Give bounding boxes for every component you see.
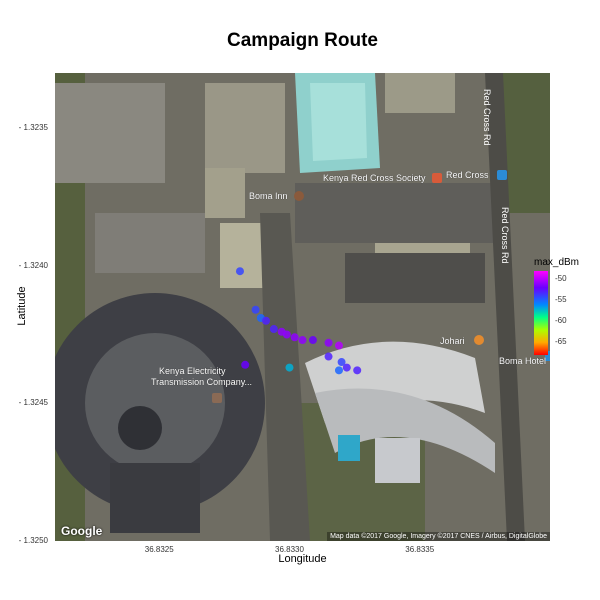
data-point	[290, 333, 299, 342]
poi-label: Kenya Red Cross Society	[323, 173, 426, 183]
parking-lot	[345, 253, 485, 303]
data-point	[269, 325, 278, 334]
pyramid-roof	[375, 438, 420, 483]
poi-label: Transmission Company...	[151, 377, 252, 387]
building	[385, 73, 455, 113]
parking-lot	[295, 183, 495, 243]
data-point	[342, 363, 351, 372]
data-point	[334, 366, 343, 375]
data-point	[324, 352, 333, 361]
data-point	[308, 336, 317, 345]
data-point	[324, 338, 333, 347]
red-cross-marker[interactable]	[432, 173, 442, 183]
boma-inn-marker[interactable]	[294, 191, 304, 201]
data-point	[298, 336, 307, 345]
color-legend: max_dBm -50 -55 -60 -65	[534, 257, 600, 355]
x-tick-label: 36.8325	[144, 545, 174, 554]
transit-marker[interactable]	[497, 170, 507, 180]
map-background: Boma Inn Kenya Red Cross Society Red Cro…	[55, 73, 550, 541]
building	[110, 463, 200, 533]
poi-label: Red Cross	[446, 170, 489, 180]
poi-label: Kenya Electricity	[159, 366, 226, 376]
poi-label: Boma Inn	[249, 191, 288, 201]
legend-tick-label: -65	[555, 337, 567, 347]
y-tick-label: - 1.3245	[18, 398, 48, 408]
poi-label: Johari	[440, 336, 465, 346]
y-tick-label: - 1.3240	[18, 260, 48, 270]
satellite-map: Boma Inn Kenya Red Cross Society Red Cro…	[55, 73, 550, 541]
poi-label: Boma Hotel	[499, 356, 546, 366]
y-tick-label: - 1.3235	[18, 123, 48, 133]
electricity-marker[interactable]	[212, 393, 222, 403]
data-point	[235, 267, 244, 276]
y-tick-label: - 1.3250	[18, 536, 48, 545]
google-logo: Google	[61, 524, 103, 538]
road-label: Red Cross Rd	[482, 89, 492, 146]
x-tick-label: 36.8335	[405, 545, 435, 554]
swimming-pool	[338, 435, 360, 461]
legend-title: max_dBm	[534, 257, 580, 268]
building	[205, 168, 245, 218]
y-axis-label: Latitude	[16, 286, 28, 326]
data-point	[353, 366, 362, 375]
electricity-courtyard	[85, 333, 225, 473]
legend-tick-label: -55	[555, 295, 567, 305]
road-label: Red Cross Rd	[500, 207, 510, 264]
chart-title: Campaign Route	[227, 30, 378, 51]
johari-marker[interactable]	[474, 335, 484, 345]
building	[55, 83, 165, 183]
map-attribution[interactable]: Map data ©2017 Google, Imagery ©2017 CNE…	[327, 532, 550, 541]
red-cross-roof-inner	[310, 83, 367, 161]
data-point	[251, 305, 260, 314]
legend-tick-label: -60	[555, 316, 567, 326]
data-point	[285, 363, 294, 372]
data-point	[262, 316, 271, 325]
x-axis-label: Longitude	[278, 553, 327, 565]
data-point	[241, 360, 250, 369]
electricity-tower	[118, 406, 162, 450]
building	[95, 213, 205, 273]
x-tick-label: 36.8330	[275, 545, 304, 554]
legend-tick-label: -50	[555, 274, 567, 284]
data-point	[282, 330, 291, 339]
data-point	[334, 341, 343, 350]
building	[205, 83, 285, 173]
legend-colorbar	[534, 271, 548, 355]
